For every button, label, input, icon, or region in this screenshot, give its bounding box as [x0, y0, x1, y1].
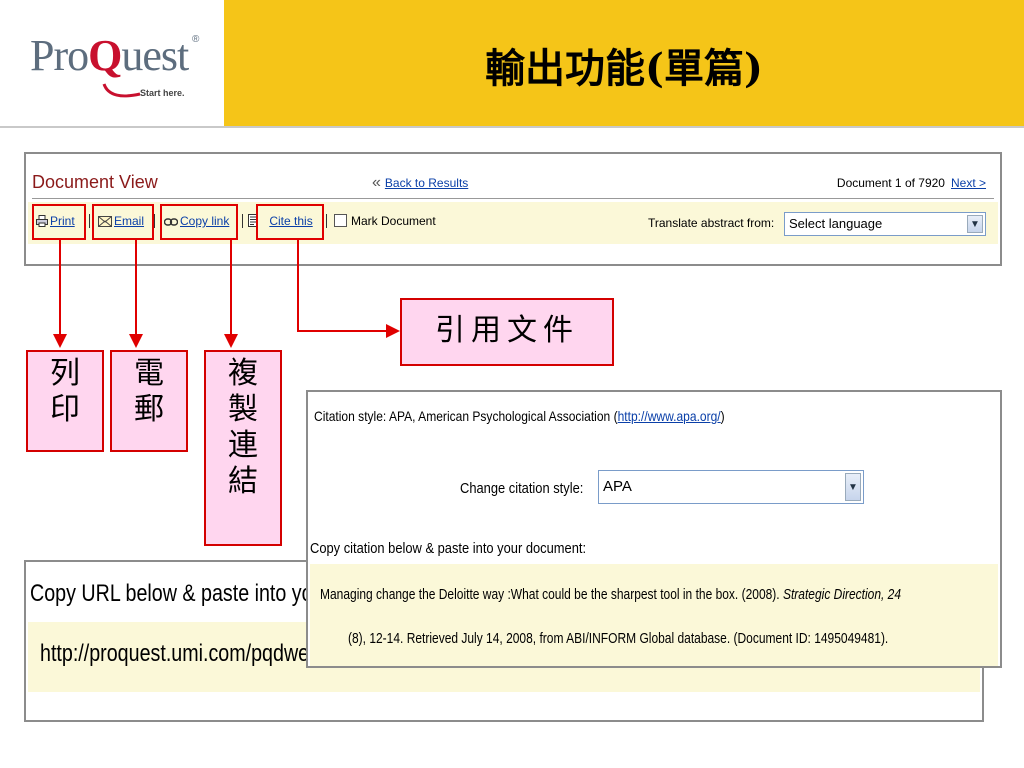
- citation-line-2: (8), 12-14. Retrieved July 14, 2008, fro…: [348, 630, 889, 647]
- toolbar-separator: [154, 214, 155, 228]
- cite-this-highlight: [256, 204, 324, 240]
- back-to-results-link[interactable]: Back to Results: [385, 176, 468, 190]
- email-arrow-head: [129, 334, 143, 348]
- email-highlight: [92, 204, 154, 240]
- document-count-text: Document 1 of 7920: [836, 176, 945, 190]
- logo-area: ProQuest ® Start here.: [0, 0, 224, 128]
- logo-uest: uest: [121, 31, 189, 80]
- print-highlight: [32, 204, 86, 240]
- copy-link-callout-text: 複製連結: [228, 356, 258, 499]
- document-counter: Document 1 of 7920 Next >: [837, 176, 986, 190]
- copy-citation-label: Copy citation below & paste into your do…: [310, 540, 587, 557]
- citation-style-select-value: APA: [603, 478, 632, 495]
- copy-link-arrow-head: [224, 334, 238, 348]
- print-arrow-head: [53, 334, 67, 348]
- back-to-results: « Back to Results: [372, 174, 468, 192]
- toolbar-separator: [326, 214, 327, 228]
- proquest-logo: ProQuest ® Start here.: [30, 30, 199, 98]
- citation-panel: Citation style: APA, American Psychologi…: [306, 390, 1002, 668]
- copy-link-highlight: [160, 204, 238, 240]
- cite-arrow-head: [386, 324, 400, 338]
- translate-label: Translate abstract from:: [648, 216, 775, 230]
- title-band: 輸出功能(單篇): [224, 0, 1024, 128]
- copy-url-heading: Copy URL below & paste into yo: [30, 580, 313, 607]
- language-select[interactable]: Select language ▼: [784, 212, 986, 236]
- next-link[interactable]: Next >: [951, 176, 986, 190]
- citation-style-suffix: ): [720, 408, 725, 424]
- citation-style-text: Citation style: APA, American Psychologi…: [314, 408, 725, 424]
- copy-link-callout: 複製連結: [204, 350, 282, 546]
- language-select-value: Select language: [789, 216, 883, 231]
- slide-title: 輸出功能(單篇): [485, 45, 763, 92]
- logo-tagline: Start here.: [140, 88, 185, 98]
- print-callout-text: 列印: [50, 356, 80, 427]
- logo-q: Q: [88, 31, 122, 80]
- citation-line-1: Managing change the Deloitte way :What c…: [320, 586, 901, 603]
- logo-registered-mark: ®: [192, 34, 200, 45]
- apa-link[interactable]: http://www.apa.org/: [618, 408, 721, 424]
- citation-style-prefix: Citation style: APA, American Psychologi…: [314, 408, 618, 424]
- copy-link-arrow-line: [230, 240, 232, 336]
- logo-pro: Pro: [30, 31, 89, 80]
- citation-text-1: Managing change the Deloitte way :What c…: [320, 586, 780, 603]
- mark-document-label: Mark Document: [351, 214, 436, 228]
- chevron-down-icon[interactable]: ▼: [967, 215, 983, 233]
- double-chevron-left-icon: «: [372, 174, 381, 191]
- print-arrow-line: [59, 240, 61, 336]
- toolbar-separator: [242, 214, 243, 228]
- print-callout: 列印: [26, 350, 104, 452]
- cite-arrow-line: [297, 330, 387, 332]
- email-arrow-line: [135, 240, 137, 336]
- toolbar-separator: [89, 214, 90, 228]
- chevron-down-icon[interactable]: ▼: [845, 473, 861, 501]
- email-callout: 電郵: [110, 350, 188, 452]
- citation-journal: Strategic Direction, 24: [782, 586, 902, 603]
- change-citation-style-label: Change citation style:: [460, 480, 584, 497]
- citation-style-select[interactable]: APA ▼: [598, 470, 864, 504]
- email-callout-text: 電郵: [134, 356, 164, 427]
- mark-document-checkbox[interactable]: [334, 214, 347, 227]
- document-url[interactable]: http://proquest.umi.com/pqdwe: [40, 640, 309, 668]
- mark-document[interactable]: Mark Document: [334, 214, 436, 228]
- cite-arrow-line: [297, 240, 299, 332]
- logo-swoosh-icon: [102, 83, 141, 98]
- divider: [32, 198, 994, 199]
- citation-text-box[interactable]: Managing change the Deloitte way :What c…: [310, 564, 998, 666]
- cite-callout: 引用文件: [400, 298, 614, 366]
- document-view-title: Document View: [32, 172, 158, 192]
